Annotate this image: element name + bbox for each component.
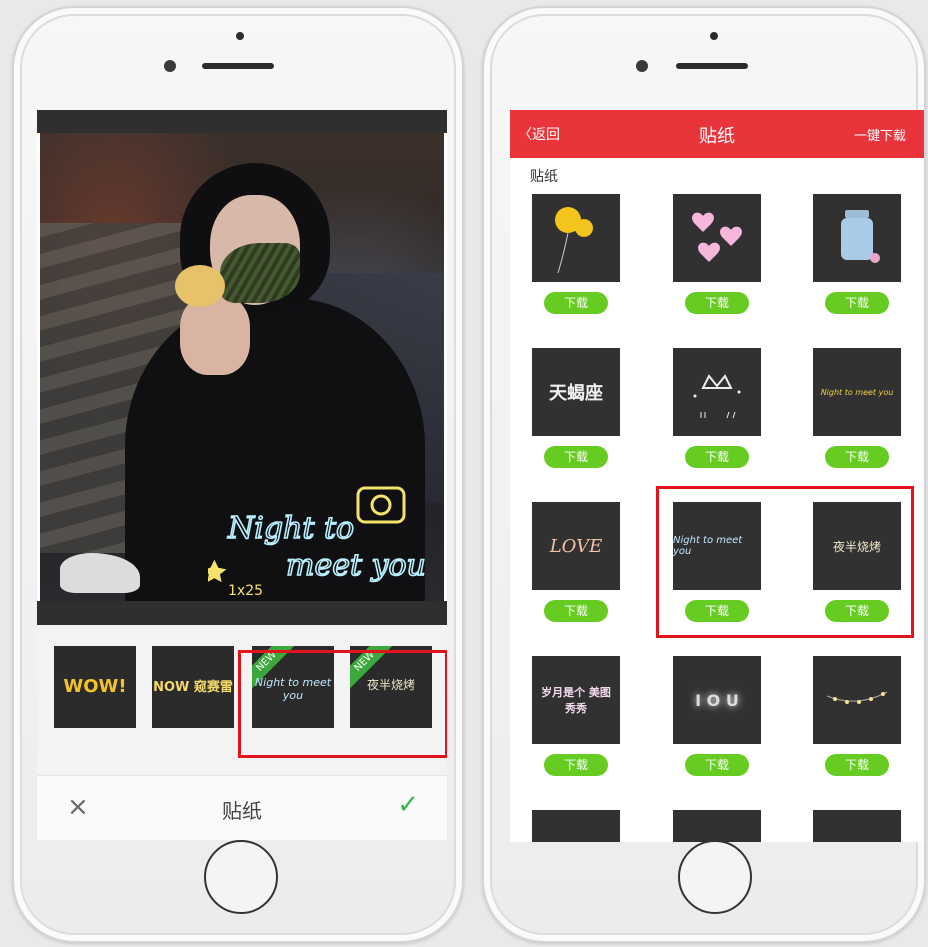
section-title: 贴纸: [530, 169, 558, 185]
speaker-grille: [202, 63, 274, 69]
download-button[interactable]: 下载: [544, 446, 608, 468]
sticker-art-text: 岁月是个 美图秀秀: [541, 686, 611, 715]
sticker-thumb-label: WOW!: [63, 676, 127, 697]
applied-neon-sticker[interactable]: Night to meet you 1x25: [208, 483, 428, 603]
sticker-art-text: Night to meet you: [820, 387, 894, 397]
sticker-thumb-label: NOW 窥赛雷: [153, 680, 233, 695]
highlight-box-right: [656, 486, 914, 638]
neon-text-line-3: 1x25: [228, 583, 263, 599]
download-button[interactable]: 下载: [685, 292, 749, 314]
sticker-cell-crown[interactable]: [673, 348, 761, 436]
neon-text-line-1: Night to: [227, 511, 354, 546]
sticker-art-text: I O U: [695, 690, 739, 710]
editor-bottom-title: 贴纸: [222, 799, 262, 823]
proximity-sensor-icon: [164, 60, 176, 72]
sticker-cell-iou[interactable]: I O U: [673, 656, 761, 744]
crown-icon: [693, 374, 741, 419]
download-button[interactable]: 下载: [544, 754, 608, 776]
sticker-thumb-now[interactable]: NOW 窥赛雷: [152, 646, 234, 728]
photo-pineapple: [175, 265, 225, 307]
home-button[interactable]: [678, 840, 752, 914]
balloon-icon: [555, 207, 593, 274]
download-button[interactable]: 下载: [544, 600, 608, 622]
sticker-cell-meitu[interactable]: 岁月是个 美图秀秀: [532, 656, 620, 744]
sticker-cell-scorpio[interactable]: 天蝎座: [532, 348, 620, 436]
download-button[interactable]: 下载: [825, 446, 889, 468]
home-button[interactable]: [204, 840, 278, 914]
speaker-grille: [676, 63, 748, 69]
string-lights-icon: [826, 691, 888, 704]
editor-bottom-bar: × 贴纸 ✓: [37, 775, 447, 840]
sticker-cell-partial[interactable]: [673, 810, 761, 842]
proximity-sensor-icon: [636, 60, 648, 72]
sticker-cell-balloon[interactable]: [532, 194, 620, 282]
sticker-cell-jar[interactable]: [813, 194, 901, 282]
front-camera-icon: [710, 32, 718, 40]
neon-text-line-2: meet you: [286, 548, 426, 583]
highlight-box-left: [238, 650, 447, 758]
confirm-check-icon[interactable]: ✓: [397, 792, 419, 818]
photo-editor-screen: Night to meet you 1x25 WOW! NOW 窥赛雷 NEW …: [37, 110, 447, 840]
edited-photo[interactable]: Night to meet you 1x25: [40, 133, 444, 625]
download-button[interactable]: 下载: [825, 754, 889, 776]
front-camera-icon: [236, 32, 244, 40]
store-nav-bar: 〈返回 贴纸 一键下载: [510, 110, 924, 158]
editor-top-bar: [37, 110, 447, 133]
sticker-store-screen: 〈返回 贴纸 一键下载 贴纸 下载 下载 下载 天蝎座 Night to mee…: [510, 110, 924, 842]
sticker-cell-night-small[interactable]: Night to meet you: [813, 348, 901, 436]
jar-icon: [841, 210, 880, 263]
sticker-cell-love[interactable]: LOVE: [532, 502, 620, 590]
download-all-button[interactable]: 一键下载: [854, 125, 906, 144]
editor-divider: [37, 601, 447, 625]
download-button[interactable]: 下载: [544, 292, 608, 314]
sticker-cell-partial[interactable]: [813, 810, 901, 842]
sticker-art-text: LOVE: [549, 535, 603, 557]
photo-pineapple-leaves: [220, 243, 300, 303]
sticker-cell-hearts[interactable]: [673, 194, 761, 282]
download-button[interactable]: 下载: [685, 446, 749, 468]
sticker-cell-partial[interactable]: [532, 810, 620, 842]
hearts-icon: [692, 212, 742, 262]
download-button[interactable]: 下载: [825, 292, 889, 314]
sticker-art-text: 天蝎座: [549, 383, 603, 404]
sticker-thumb-wow[interactable]: WOW!: [54, 646, 136, 728]
sticker-cell-lights[interactable]: [813, 656, 901, 744]
photo-person-hand: [180, 295, 250, 375]
download-button[interactable]: 下载: [685, 754, 749, 776]
